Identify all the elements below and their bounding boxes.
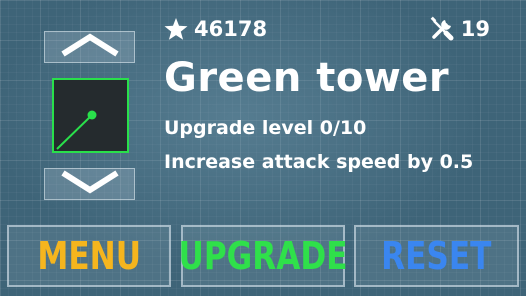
stars-value: 46178: [194, 17, 268, 41]
previous-tower-button[interactable]: [44, 31, 135, 63]
stars-counter: 46178: [164, 14, 267, 44]
upgrade-effect-text: Increase attack speed by 0.5: [164, 151, 474, 173]
menu-button[interactable]: MENU: [7, 225, 171, 287]
reset-button[interactable]: RESET: [354, 225, 519, 287]
next-tower-button[interactable]: [44, 168, 135, 200]
chevron-up-icon: [55, 32, 125, 62]
menu-button-label: MENU: [37, 234, 141, 278]
star-icon: [164, 17, 188, 41]
chevron-down-icon: [55, 169, 125, 199]
tower-name: Green tower: [164, 55, 450, 101]
upgrade-level-text: Upgrade level 0/10: [164, 117, 367, 139]
tools-counter: 19: [429, 14, 490, 44]
tower-preview: [52, 78, 129, 153]
tools-value: 19: [460, 17, 490, 41]
tower-turret-icon: [56, 110, 97, 150]
reset-button-label: RESET: [381, 234, 492, 278]
upgrade-button[interactable]: UPGRADE: [178, 225, 348, 287]
crossed-tools-icon: [429, 16, 455, 42]
upgrade-button-label: UPGRADE: [178, 234, 348, 278]
